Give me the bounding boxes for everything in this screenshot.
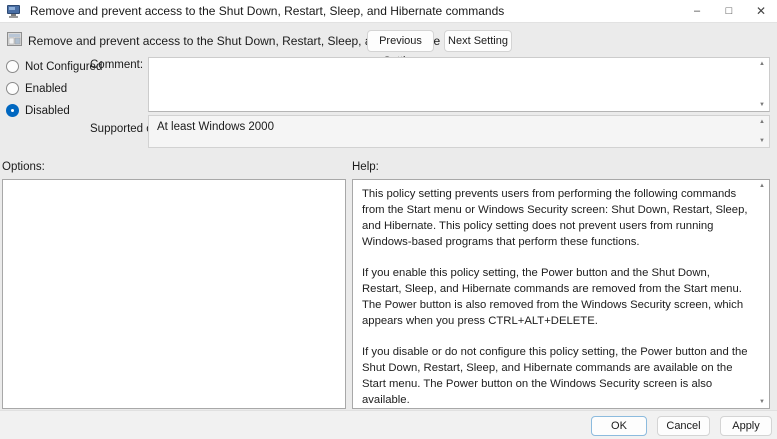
scroll-up-icon[interactable]: ▲: [757, 183, 767, 189]
scroll-down-icon[interactable]: ▼: [757, 102, 767, 108]
scroll-up-icon[interactable]: ▲: [757, 119, 767, 125]
window-controls: – □ ✕: [681, 0, 777, 22]
supported-on-value: At least Windows 2000: [157, 121, 274, 133]
comment-label: Comment:: [90, 59, 143, 71]
scroll-up-icon[interactable]: ▲: [757, 61, 767, 67]
dialog-body: Remove and prevent access to the Shut Do…: [0, 22, 777, 410]
policy-setting-icon: [7, 32, 22, 46]
radio-circle-icon: [6, 82, 19, 95]
title-bar: Remove and prevent access to the Shut Do…: [0, 0, 777, 22]
help-label: Help:: [352, 161, 379, 173]
footer-bar: OK Cancel Apply: [0, 410, 777, 439]
radio-label: Enabled: [25, 83, 67, 95]
help-paragraph: If you enable this policy setting, the P…: [362, 265, 749, 329]
maximize-icon[interactable]: □: [713, 0, 745, 22]
radio-label: Disabled: [25, 105, 70, 117]
supported-on-field: At least Windows 2000 ▲ ▼: [148, 115, 770, 148]
next-setting-button[interactable]: Next Setting: [444, 30, 512, 52]
scroll-down-icon[interactable]: ▼: [757, 138, 767, 144]
window-title: Remove and prevent access to the Shut Do…: [30, 4, 504, 18]
radio-circle-icon: [6, 104, 19, 117]
cancel-button[interactable]: Cancel: [657, 416, 710, 436]
options-label: Options:: [2, 161, 45, 173]
apply-button[interactable]: Apply: [720, 416, 772, 436]
help-paragraph: This policy setting prevents users from …: [362, 186, 749, 250]
radio-enabled[interactable]: Enabled: [6, 82, 67, 95]
app-monitor-icon: [7, 5, 22, 18]
options-panel: [2, 179, 346, 409]
previous-setting-button[interactable]: Previous Setting: [367, 30, 434, 52]
policy-setting-dialog: Remove and prevent access to the Shut Do…: [0, 0, 777, 439]
comment-textarea[interactable]: ▲ ▼: [148, 57, 770, 112]
help-panel: This policy setting prevents users from …: [352, 179, 770, 409]
help-text: This policy setting prevents users from …: [353, 180, 753, 408]
radio-disabled[interactable]: Disabled: [6, 104, 70, 117]
minimize-icon[interactable]: –: [681, 0, 713, 22]
close-icon[interactable]: ✕: [745, 0, 777, 22]
ok-button[interactable]: OK: [591, 416, 647, 436]
radio-not-configured[interactable]: Not Configured: [6, 60, 102, 73]
help-paragraph: If you disable or do not configure this …: [362, 344, 749, 408]
scroll-down-icon[interactable]: ▼: [757, 399, 767, 405]
radio-circle-icon: [6, 60, 19, 73]
